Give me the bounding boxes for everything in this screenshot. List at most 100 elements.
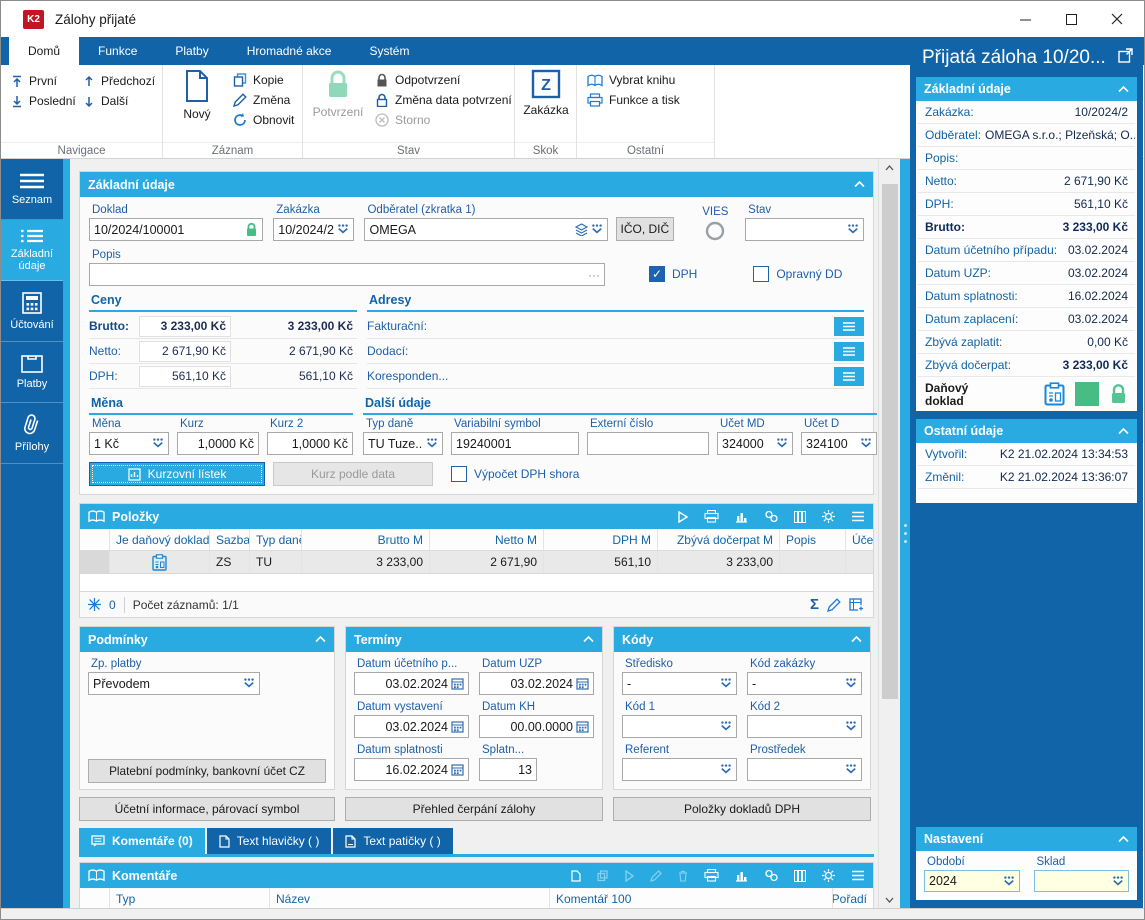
checkbox-icon[interactable] bbox=[451, 466, 467, 482]
referent-input[interactable] bbox=[627, 762, 717, 777]
polozky-dokladu-dph-button[interactable]: Položky dokladů DPH bbox=[613, 797, 871, 821]
tab-funkce[interactable]: Funkce bbox=[79, 37, 156, 65]
ucetni-informace-button[interactable]: Účetní informace, párovací symbol bbox=[79, 797, 335, 821]
prostredek-input[interactable] bbox=[752, 762, 842, 777]
collapse-icon[interactable] bbox=[851, 636, 862, 643]
scroll-up-icon[interactable] bbox=[879, 159, 900, 176]
kurz2-input[interactable] bbox=[272, 436, 348, 451]
dropdown-icon[interactable] bbox=[845, 678, 857, 689]
dropdown-icon[interactable] bbox=[720, 764, 732, 775]
obdobi-input[interactable] bbox=[929, 874, 1000, 888]
platebni-podminky-button[interactable]: Platební podmínky, bankovní účet CZ bbox=[88, 759, 326, 783]
zakazka-button[interactable]: Z Zakázka bbox=[520, 69, 572, 117]
print-icon[interactable] bbox=[704, 869, 719, 882]
zp-platby-input[interactable] bbox=[93, 676, 240, 691]
sidebar-item-uctovani[interactable]: Účtování bbox=[1, 281, 63, 342]
refresh-button[interactable]: Obnovit bbox=[229, 110, 298, 130]
variabilni-symbol-input[interactable] bbox=[456, 436, 574, 451]
kod2-input[interactable] bbox=[752, 719, 842, 734]
collapse-icon[interactable] bbox=[1118, 835, 1129, 843]
new-icon[interactable] bbox=[571, 869, 581, 882]
dph-checkbox[interactable]: ✓ DPH bbox=[649, 262, 697, 286]
copy-icon[interactable] bbox=[597, 869, 608, 882]
odberatel-input[interactable] bbox=[369, 222, 573, 237]
dropdown-icon[interactable] bbox=[776, 438, 788, 449]
first-button[interactable]: První bbox=[7, 71, 80, 91]
dropdown-icon[interactable] bbox=[337, 224, 349, 235]
copy-button[interactable]: Kopie bbox=[229, 70, 298, 90]
collapse-icon[interactable] bbox=[1118, 427, 1129, 435]
sidebar-item-zakladni-udaje[interactable]: Základní údaje bbox=[1, 220, 63, 281]
datum-ucetniho-pripadu-input[interactable] bbox=[359, 676, 448, 691]
dropdown-icon[interactable] bbox=[1003, 875, 1015, 887]
chart-icon[interactable] bbox=[735, 511, 748, 523]
calendar-icon[interactable] bbox=[451, 720, 464, 733]
layers-icon[interactable] bbox=[575, 223, 589, 236]
tab-system[interactable]: Systém bbox=[350, 37, 428, 65]
stav-input[interactable] bbox=[750, 222, 844, 237]
ellipsis-button[interactable]: ··· bbox=[588, 268, 600, 282]
collapse-icon[interactable] bbox=[315, 636, 326, 643]
checkbox-checked-icon[interactable]: ✓ bbox=[649, 266, 665, 282]
gears-icon[interactable] bbox=[764, 869, 778, 882]
dropdown-icon[interactable] bbox=[845, 764, 857, 775]
storno-button[interactable]: Storno bbox=[371, 110, 516, 130]
delete-icon[interactable] bbox=[678, 870, 688, 882]
calendar-icon[interactable] bbox=[576, 677, 589, 690]
korespondencni-address-button[interactable] bbox=[834, 366, 864, 386]
confirm-button[interactable]: Potvrzení bbox=[309, 69, 367, 119]
kod1-input[interactable] bbox=[627, 719, 717, 734]
mena-input[interactable] bbox=[94, 436, 149, 451]
dropdown-icon[interactable] bbox=[845, 721, 857, 732]
panel-header[interactable]: Základní údaje bbox=[80, 172, 873, 197]
ucet-md-input[interactable] bbox=[722, 436, 773, 451]
menu-icon[interactable] bbox=[851, 511, 865, 522]
fakturacni-address-button[interactable] bbox=[834, 316, 864, 336]
dropdown-icon[interactable] bbox=[860, 438, 872, 449]
sidebar-item-platby[interactable]: Platby bbox=[1, 342, 63, 403]
collapse-icon[interactable] bbox=[1118, 85, 1129, 93]
tab-komentare[interactable]: Komentáře (0) bbox=[79, 828, 207, 854]
tab-domu[interactable]: Domů bbox=[9, 37, 80, 65]
dropdown-icon[interactable] bbox=[1112, 875, 1124, 887]
main-scrollbar[interactable] bbox=[878, 159, 900, 908]
edit-icon[interactable] bbox=[827, 597, 841, 612]
calendar-icon[interactable] bbox=[451, 763, 464, 776]
calendar-icon[interactable] bbox=[451, 677, 464, 690]
change-confirm-date-button[interactable]: Změna data potvrzení bbox=[371, 90, 516, 110]
datum-uzp-input[interactable] bbox=[484, 676, 573, 691]
dropdown-icon[interactable] bbox=[720, 721, 732, 732]
columns-icon[interactable] bbox=[794, 869, 806, 882]
datum-splatnosti-input[interactable] bbox=[359, 762, 448, 777]
run-icon[interactable] bbox=[677, 510, 688, 523]
last-button[interactable]: Poslední bbox=[7, 91, 80, 111]
popis-input[interactable] bbox=[94, 267, 585, 282]
dodaci-address-button[interactable] bbox=[834, 341, 864, 361]
print-icon[interactable] bbox=[704, 510, 719, 523]
tab-text-paticky[interactable]: Text patičky ( ) bbox=[333, 828, 455, 854]
opravny-dd-checkbox[interactable]: Opravný DD bbox=[753, 262, 842, 286]
kurzovni-listek-button[interactable]: Kurzovní lístek bbox=[89, 462, 265, 486]
doklad-input[interactable] bbox=[94, 222, 243, 237]
chart-icon[interactable] bbox=[735, 870, 748, 882]
freeze-icon[interactable] bbox=[88, 598, 101, 611]
new-button[interactable]: Nový bbox=[171, 69, 223, 121]
ico-dic-button[interactable]: IČO, DIČ bbox=[616, 217, 674, 241]
splatnost-dnu-input[interactable] bbox=[484, 762, 532, 777]
previous-button[interactable]: Předchozí bbox=[79, 71, 159, 91]
kod-zakazky-input[interactable] bbox=[752, 676, 842, 691]
dropdown-icon[interactable] bbox=[243, 678, 255, 689]
columns-icon[interactable] bbox=[794, 510, 806, 523]
checkbox-icon[interactable] bbox=[753, 266, 770, 282]
collapse-icon[interactable] bbox=[583, 636, 594, 643]
tab-text-hlavicky[interactable]: Text hlavičky ( ) bbox=[206, 828, 334, 854]
tab-platby[interactable]: Platby bbox=[156, 37, 227, 65]
unconfirm-button[interactable]: Odpotvrzení bbox=[371, 70, 516, 90]
dropdown-icon[interactable] bbox=[591, 224, 603, 235]
edit-button[interactable]: Změna bbox=[229, 90, 298, 110]
close-button[interactable] bbox=[1094, 3, 1140, 35]
datum-kh-input[interactable] bbox=[484, 719, 573, 734]
panel-splitter[interactable] bbox=[900, 159, 910, 908]
ucet-d-input[interactable] bbox=[806, 436, 857, 451]
next-button[interactable]: Další bbox=[79, 91, 159, 111]
